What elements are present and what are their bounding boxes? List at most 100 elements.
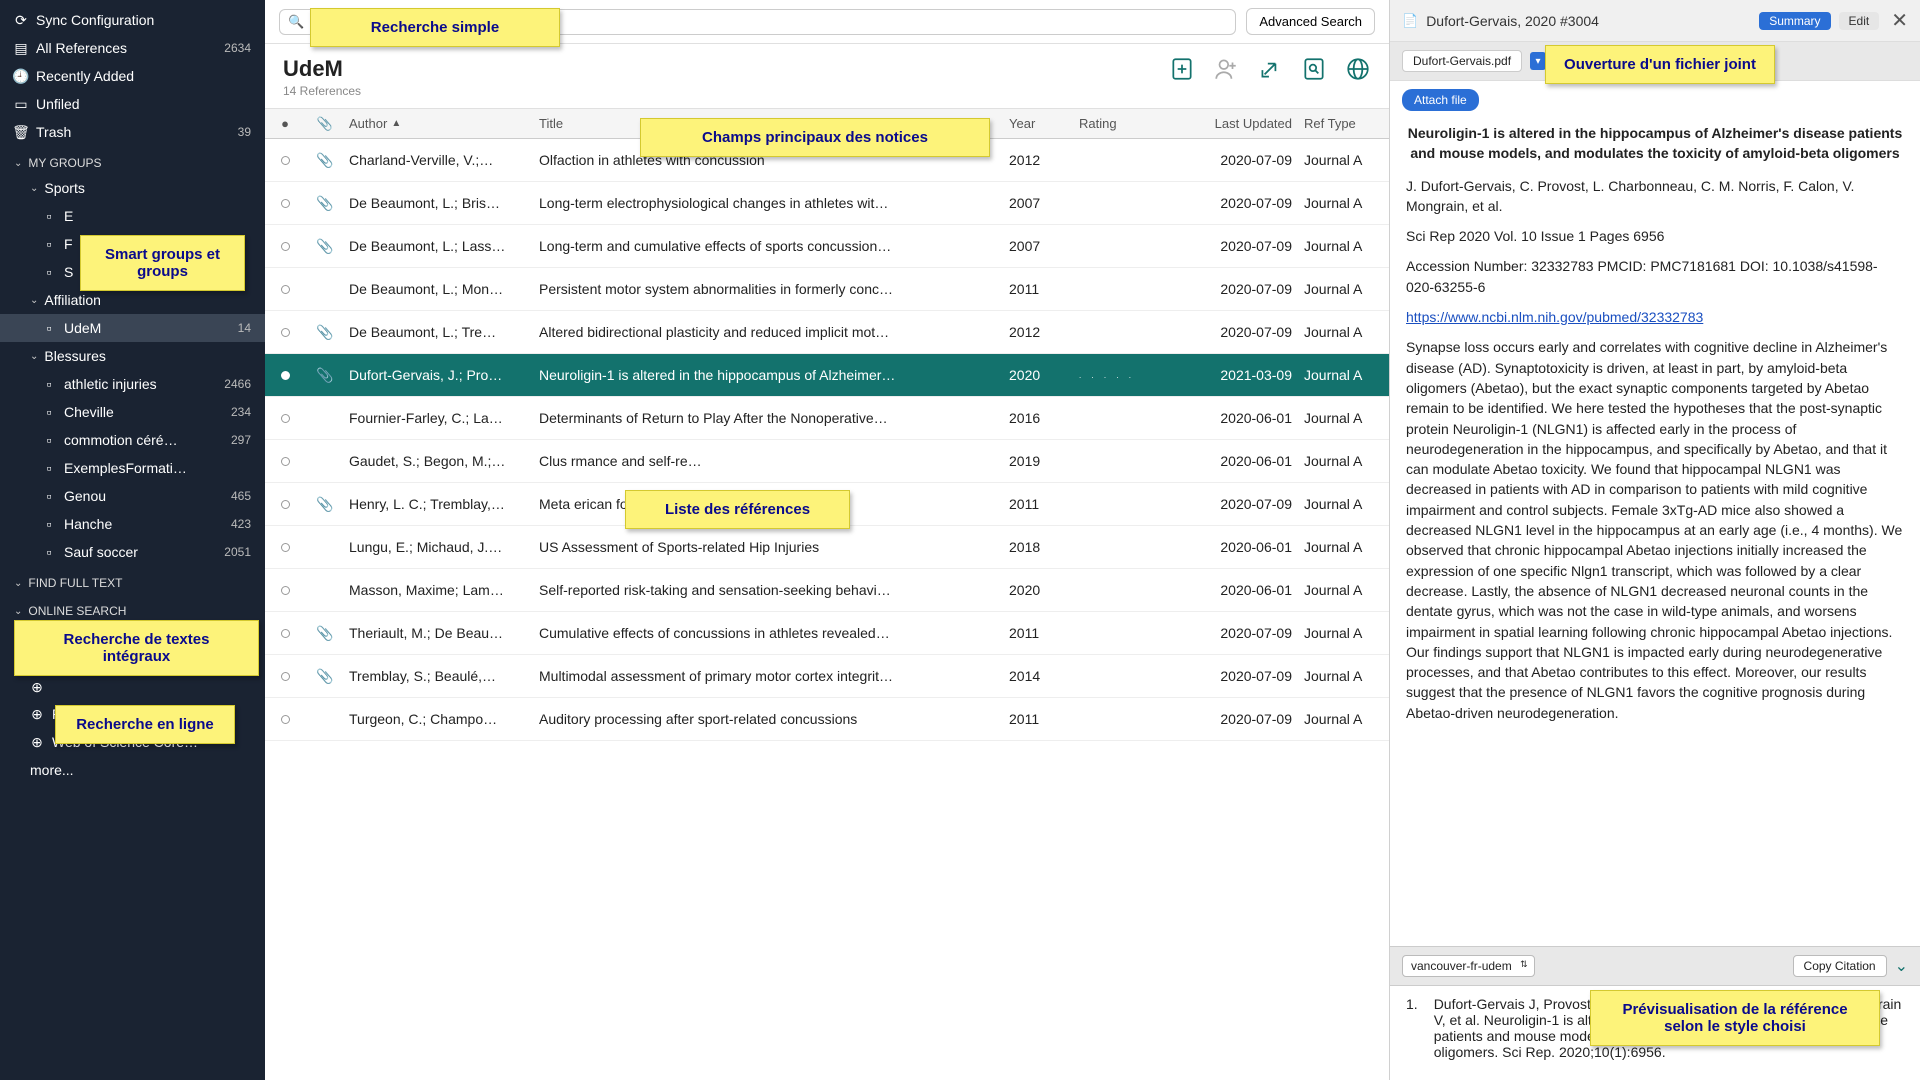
all-references[interactable]: ▤All References 2634 [0, 34, 265, 62]
col-author[interactable]: Author▲ [345, 116, 535, 131]
table-row[interactable]: Gaudet, S.; Begon, M.;… Clus rmance and … [265, 440, 1389, 483]
unfiled[interactable]: ▭Unfiled [0, 90, 265, 118]
col-attachment[interactable]: 📎 [305, 116, 345, 132]
cell-title: Self-reported risk-taking and sensation-… [535, 582, 1009, 598]
sports-sub-1[interactable]: ▫E [0, 202, 265, 230]
citation-style-select[interactable]: vancouver-fr-udem ⇅ [1402, 955, 1535, 977]
summary-tab[interactable]: Summary [1759, 12, 1830, 30]
table-row[interactable]: 📎 De Beaumont, L.; Bris… Long-term elect… [265, 182, 1389, 225]
recently-added[interactable]: 🕘Recently Added [0, 62, 265, 90]
close-icon[interactable]: ✕ [1891, 8, 1908, 33]
table-row[interactable]: 📎 De Beaumont, L.; Lass… Long-term and c… [265, 225, 1389, 268]
table-row[interactable]: Turgeon, C.; Champo… Auditory processing… [265, 698, 1389, 741]
chevron-down-icon: ⌄ [14, 158, 22, 169]
more-online[interactable]: more... [0, 756, 265, 784]
sidebar-group[interactable]: ▫commotion céré…297 [0, 426, 265, 454]
findfull-label: FIND FULL TEXT [28, 576, 122, 590]
chevron-down-icon: ⌄ [30, 295, 38, 306]
callout-preview: Prévisualisation de la référence selon l… [1590, 990, 1880, 1046]
table-row[interactable]: 📎 Tremblay, S.; Beaulé,… Multimodal asse… [265, 655, 1389, 698]
chevron-down-icon[interactable]: ⌄ [1895, 956, 1908, 976]
online-hidden-3[interactable]: ⊕ [0, 674, 265, 700]
table-row[interactable]: Masson, Maxime; Lam… Self-reported risk-… [265, 569, 1389, 612]
sidebar-group[interactable]: ▫Genou465 [0, 482, 265, 510]
cell-year: 2014 [1009, 668, 1079, 684]
ref-url[interactable]: https://www.ncbi.nlm.nih.gov/pubmed/3233… [1406, 309, 1703, 325]
copy-citation-button[interactable]: Copy Citation [1793, 955, 1887, 977]
trash[interactable]: 🗑Trash 39 [0, 118, 265, 146]
read-dot[interactable] [281, 242, 290, 251]
read-dot[interactable] [281, 199, 290, 208]
col-rating[interactable]: Rating [1079, 116, 1174, 131]
col-type[interactable]: Ref Type [1304, 116, 1389, 131]
read-dot[interactable] [281, 500, 290, 509]
read-dot[interactable] [281, 715, 290, 724]
sidebar-group[interactable]: ▫Hanche423 [0, 510, 265, 538]
table-row[interactable]: 📎 Dufort-Gervais, J.; Pro… Neuroligin-1 … [265, 354, 1389, 397]
read-dot[interactable] [281, 629, 290, 638]
read-dot[interactable] [281, 457, 290, 466]
table-row[interactable]: Lungu, E.; Michaud, J.… US Assessment of… [265, 526, 1389, 569]
globe-icon: ⊕ [30, 680, 44, 694]
search-ref-icon[interactable] [1301, 56, 1327, 82]
group-label: ExemplesFormati… [64, 460, 187, 476]
mygroups-section[interactable]: ⌄MY GROUPS [0, 146, 265, 174]
udem-group[interactable]: ▫UdeM 14 [0, 314, 265, 342]
cell-year: 2012 [1009, 324, 1079, 340]
blessures-group[interactable]: ⌄Blessures [0, 342, 265, 370]
read-dot[interactable] [281, 285, 290, 294]
findfulltext-section[interactable]: ⌄ FIND FULL TEXT [0, 566, 265, 594]
add-user-icon[interactable] [1213, 56, 1239, 82]
read-dot[interactable] [281, 414, 290, 423]
all-count: 2634 [224, 41, 251, 55]
read-dot[interactable] [281, 156, 290, 165]
sidebar-group[interactable]: ▫ExemplesFormati… [0, 454, 265, 482]
cell-type: Journal A [1304, 281, 1389, 297]
sync-config[interactable]: ⟳Sync Configuration [0, 6, 265, 34]
group-icon: ▫ [42, 321, 56, 335]
advanced-search-button[interactable]: Advanced Search [1246, 8, 1375, 35]
cell-author: Masson, Maxime; Lam… [345, 582, 535, 598]
cell-author: Charland-Verville, V.;… [345, 152, 535, 168]
globe-icon: ⊕ [30, 707, 44, 721]
cell-updated: 2020-07-09 [1174, 625, 1304, 641]
read-dot[interactable] [281, 586, 290, 595]
table-row[interactable]: 📎 Theriault, M.; De Beau… Cumulative eff… [265, 612, 1389, 655]
sidebar-group[interactable]: ▫Sauf soccer2051 [0, 538, 265, 566]
collection-title: UdeM [283, 56, 361, 82]
chevron-down-icon: ⌄ [14, 578, 22, 589]
sidebar-group[interactable]: ▫Cheville234 [0, 398, 265, 426]
col-updated[interactable]: Last Updated [1174, 116, 1304, 131]
collection-subtitle: 14 References [283, 84, 361, 98]
read-dot[interactable] [281, 371, 290, 380]
globe-icon[interactable] [1345, 56, 1371, 82]
cell-updated: 2020-07-09 [1174, 711, 1304, 727]
cell-title: Persistent motor system abnormalities in… [535, 281, 1009, 297]
sync-icon: ⟳ [14, 13, 28, 27]
read-dot[interactable] [281, 672, 290, 681]
col-read[interactable]: ● [265, 116, 305, 131]
onlinesearch-section[interactable]: ⌄ONLINE SEARCH [0, 594, 265, 622]
pdf-chip[interactable]: Dufort-Gervais.pdf [1402, 50, 1522, 72]
edit-tab[interactable]: Edit [1839, 12, 1880, 30]
chevron-down-icon: ⌄ [30, 351, 38, 362]
table-row[interactable]: Fournier-Farley, C.; La… Determinants of… [265, 397, 1389, 440]
cell-year: 2011 [1009, 711, 1079, 727]
table-row[interactable]: De Beaumont, L.; Mon… Persistent motor s… [265, 268, 1389, 311]
cell-rating[interactable]: . . . . . [1079, 371, 1174, 380]
table-row[interactable]: 📎 De Beaumont, L.; Tre… Altered bidirect… [265, 311, 1389, 354]
group-icon: ▫ [42, 209, 56, 223]
new-ref-icon[interactable] [1169, 56, 1195, 82]
unfiled-label: Unfiled [36, 96, 80, 112]
sidebar-group[interactable]: ▫athletic injuries2466 [0, 370, 265, 398]
attach-file-button[interactable]: Attach file [1402, 89, 1479, 111]
cell-author: Dufort-Gervais, J.; Pro… [345, 367, 535, 383]
export-icon[interactable] [1257, 56, 1283, 82]
read-dot[interactable] [281, 328, 290, 337]
sports-group[interactable]: ⌄Sports [0, 174, 265, 202]
affiliation-label: Affiliation [44, 292, 101, 308]
pdf-dropdown-icon[interactable]: ▾ [1530, 52, 1546, 70]
read-dot[interactable] [281, 543, 290, 552]
group-icon: ▫ [42, 405, 56, 419]
col-year[interactable]: Year [1009, 116, 1079, 131]
